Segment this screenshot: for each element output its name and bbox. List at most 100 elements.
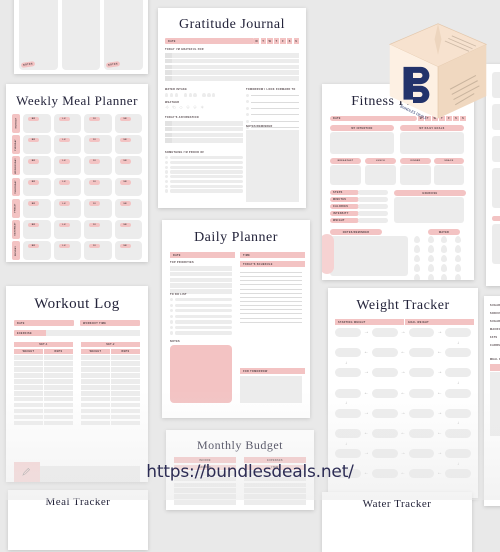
column-field-area[interactable]: WEEK-1 WEEK-2 WEEK-3 WEEK-4 NOTES: [19, 0, 58, 70]
tracker-row[interactable]: → → →: [335, 449, 471, 458]
checkbox-icon[interactable]: [170, 331, 173, 334]
tracker-row[interactable]: → → →: [335, 328, 471, 337]
metric-weight-input[interactable]: [358, 218, 388, 223]
sheet-bottom-right-cropped[interactable]: Water Tracker: [322, 492, 472, 552]
table-row[interactable]: [174, 488, 236, 493]
goals-area[interactable]: [400, 132, 464, 154]
checkbox-icon[interactable]: [165, 185, 168, 188]
table-row[interactable]: [174, 500, 236, 505]
meal-cell[interactable]: LU: [54, 199, 82, 218]
schedule-line[interactable]: [240, 293, 302, 294]
dinner-area[interactable]: [400, 165, 431, 185]
meal-cell[interactable]: SN: [115, 241, 143, 260]
list-item[interactable]: [170, 326, 232, 329]
meal-cell[interactable]: BR: [23, 220, 51, 239]
meal-cell[interactable]: BR: [23, 114, 51, 133]
list-item[interactable]: [165, 180, 243, 183]
table-row[interactable]: SATURDAY BR LU DI SN: [12, 220, 142, 239]
weight-cell[interactable]: [445, 368, 471, 377]
table-row[interactable]: [244, 488, 306, 493]
todo-list[interactable]: [170, 298, 232, 335]
rain-icon[interactable]: [186, 105, 190, 109]
tomorrow-area[interactable]: [240, 376, 302, 403]
table-row[interactable]: [14, 415, 73, 420]
starting-weight-field[interactable]: STARTING WEIGHT: [335, 319, 404, 325]
meal-cell[interactable]: BR: [23, 135, 51, 154]
meal-cell[interactable]: LU: [54, 241, 82, 260]
table-row[interactable]: [174, 494, 236, 499]
day-initial[interactable]: T: [261, 38, 266, 44]
day-initial[interactable]: M: [254, 38, 259, 44]
checkbox-icon[interactable]: [170, 315, 173, 318]
checkbox-icon[interactable]: [170, 304, 173, 307]
list-item[interactable]: [170, 320, 232, 323]
table-row[interactable]: [81, 403, 140, 408]
day-initial[interactable]: S: [287, 38, 292, 44]
meal-cell[interactable]: BR: [23, 156, 51, 175]
field-block[interactable]: [492, 136, 500, 162]
measure-column-thigh[interactable]: THIGH WEEK-1 WEEK-2 WEEK-3 WEEK-4 NOTES: [19, 0, 58, 70]
exercise-input[interactable]: [46, 330, 140, 336]
table-row[interactable]: [81, 373, 140, 378]
droplet-icon[interactable]: [414, 274, 420, 280]
droplet-icon[interactable]: [455, 274, 461, 280]
checkbox-icon[interactable]: [170, 309, 173, 312]
metric-calories-input[interactable]: [358, 204, 388, 209]
meal-cell[interactable]: SN: [115, 199, 143, 218]
list-item[interactable]: [165, 185, 243, 188]
table-row[interactable]: [14, 373, 73, 378]
meal-cell[interactable]: DI: [84, 156, 112, 175]
droplet-icon[interactable]: [455, 245, 461, 252]
schedule-line[interactable]: [240, 297, 302, 298]
droplet-icon[interactable]: [428, 274, 434, 280]
table-row[interactable]: [14, 355, 73, 360]
droplet-icon[interactable]: [441, 264, 447, 271]
day-initial[interactable]: T: [274, 38, 279, 44]
weight-cell[interactable]: [445, 389, 471, 398]
droplet-icon[interactable]: [202, 93, 205, 97]
droplet-icon[interactable]: [165, 93, 168, 97]
exercise-area[interactable]: [394, 197, 464, 223]
weight-cell[interactable]: [335, 348, 361, 357]
droplet-icon[interactable]: [441, 245, 447, 252]
list-item[interactable]: [246, 113, 299, 116]
table-row[interactable]: [81, 421, 140, 426]
schedule-lines[interactable]: [240, 272, 302, 322]
weight-cell[interactable]: [372, 368, 398, 377]
water-grid[interactable]: [414, 236, 466, 280]
weight-cell[interactable]: [409, 368, 435, 377]
column-field-area[interactable]: WEEK-1 WEEK-2 WEEK-3 WEEK-4 NOTES: [104, 0, 143, 70]
table-row[interactable]: [165, 133, 243, 138]
droplet-icon[interactable]: [170, 93, 173, 97]
tracker-row[interactable]: → → →: [335, 409, 471, 418]
sheet-gratitude-journal[interactable]: Gratitude Journal DATE M T W T F S S TOD…: [158, 8, 306, 208]
meal-cell[interactable]: DI: [84, 178, 112, 197]
weight-cell[interactable]: [372, 328, 398, 337]
snack-area[interactable]: [434, 165, 464, 185]
list-item[interactable]: [246, 120, 299, 123]
meal-cell[interactable]: LU: [54, 178, 82, 197]
table-row[interactable]: FRIDAY BR LU DI SN: [12, 199, 142, 218]
droplet-icon[interactable]: [175, 93, 178, 97]
weight-cell[interactable]: [335, 409, 361, 418]
droplet-icon[interactable]: [212, 93, 215, 97]
weather-icon-row[interactable]: [165, 105, 204, 109]
checkbox-icon[interactable]: [165, 189, 168, 192]
weight-cell[interactable]: [335, 449, 361, 458]
schedule-line[interactable]: [240, 305, 302, 306]
weight-cell[interactable]: [372, 348, 398, 357]
schedule-line[interactable]: [240, 280, 302, 281]
table-row[interactable]: [81, 361, 140, 366]
schedule-line[interactable]: [240, 272, 302, 273]
table-row[interactable]: [81, 415, 140, 420]
table-row[interactable]: [14, 361, 73, 366]
table-row[interactable]: [165, 127, 243, 132]
workout-time-field[interactable]: WORKOUT TIME: [80, 320, 140, 326]
meal-plan-area[interactable]: [490, 372, 500, 436]
droplet-icon[interactable]: [428, 255, 434, 262]
list-item[interactable]: [165, 166, 243, 169]
schedule-line[interactable]: [240, 318, 302, 319]
meal-cell[interactable]: DI: [84, 114, 112, 133]
droplet-icon[interactable]: [455, 264, 461, 271]
list-item[interactable]: [246, 94, 299, 97]
